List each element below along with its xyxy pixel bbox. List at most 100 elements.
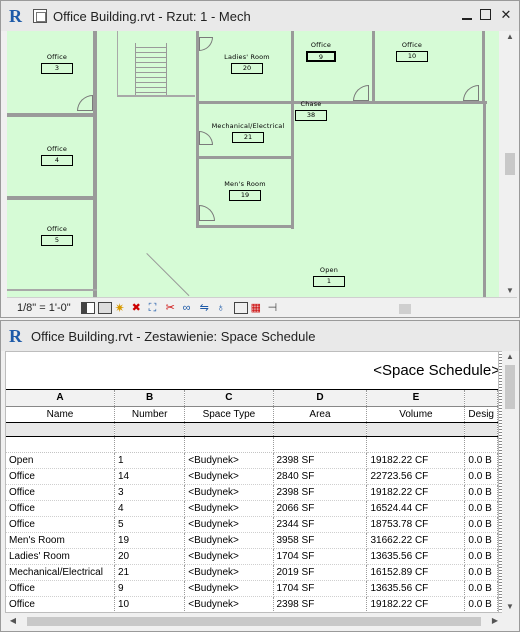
shadows-icon[interactable]: ✖	[132, 302, 146, 314]
table-cell[interactable]: 31662.22 CF	[366, 532, 466, 549]
scroll-thumb[interactable]	[399, 304, 411, 314]
view-scale[interactable]: 1/8" = 1'-0"	[17, 302, 71, 314]
table-row[interactable]: Men's Room 19 <Budynek> 3958 SF 31662.22 CF 0…	[6, 532, 498, 549]
floor-plan-canvas[interactable]: Office 3 Office 4 Office 5 Ladies' Room …	[7, 31, 499, 297]
schedule-table[interactable]: A B C D E Name Number Space Type Area Vo…	[6, 390, 498, 612]
table-cell[interactable]: 2398 SF	[273, 596, 368, 612]
table-row[interactable]: Office 5 <Budynek> 2344 SF 18753.78 CF 0.0 B	[6, 516, 498, 533]
table-cell[interactable]: 2344 SF	[273, 516, 368, 533]
table-cell[interactable]: 19182.22 CF	[366, 452, 466, 469]
plan-view-window[interactable]: R Office Building.rvt - Rzut: 1 - Mech ✕	[0, 0, 520, 318]
table-cell[interactable]: 2019 SF	[273, 564, 368, 581]
table-cell[interactable]: <Budynek>	[184, 452, 274, 469]
temporary-view-properties-icon[interactable]: ▦	[251, 302, 265, 314]
crop-view-icon[interactable]: ⛶	[149, 302, 163, 314]
table-cell[interactable]: Open	[6, 452, 115, 469]
table-cell[interactable]: <Budynek>	[184, 516, 274, 533]
table-cell[interactable]: 0.0 B	[464, 484, 498, 501]
table-cell[interactable]: 3958 SF	[273, 532, 368, 549]
table-cell[interactable]: 20	[114, 548, 186, 565]
table-cell[interactable]: 0.0 B	[464, 596, 498, 612]
table-cell[interactable]: 0.0 B	[464, 452, 498, 469]
column-header[interactable]: Volume	[366, 406, 466, 423]
column-letter[interactable]: D	[273, 390, 368, 407]
column-letter[interactable]	[464, 390, 498, 407]
close-button[interactable]: ✕	[499, 8, 513, 22]
table-cell[interactable]: 1704 SF	[273, 580, 368, 597]
table-cell[interactable]: 16152.89 CF	[366, 564, 466, 581]
scroll-thumb[interactable]	[27, 617, 481, 626]
schedule-grid[interactable]: <Space Schedule> A B C D E Name Number S…	[5, 351, 499, 613]
table-cell[interactable]: <Budynek>	[184, 532, 274, 549]
temporary-hide-icon[interactable]: ∞	[183, 302, 197, 314]
table-row[interactable]: Office 3 <Budynek> 2398 SF 19182.22 CF 0.0 B	[6, 484, 498, 501]
room-tag[interactable]: Office 9	[291, 41, 351, 62]
table-cell[interactable]: 19	[114, 532, 186, 549]
table-row[interactable]: Office 14 <Budynek> 2840 SF 22723.56 CF 0.0 B	[6, 468, 498, 485]
schedule-horizontal-scrollbar[interactable]: ◀ ▶	[5, 613, 517, 629]
column-header[interactable]: Space Type	[184, 406, 274, 423]
table-cell[interactable]: Office	[6, 580, 115, 597]
table-cell[interactable]: 16524.44 CF	[366, 500, 466, 517]
schedule-view-window[interactable]: R Office Building.rvt - Zestawienie: Spa…	[0, 320, 520, 632]
minimize-button[interactable]	[462, 8, 472, 20]
table-cell[interactable]: 18753.78 CF	[366, 516, 466, 533]
table-cell[interactable]: 0.0 B	[464, 532, 498, 549]
table-row[interactable]: Ladies' Room 20 <Budynek> 1704 SF 13635.56 C…	[6, 548, 498, 565]
table-cell[interactable]: 22723.56 CF	[366, 468, 466, 485]
table-cell[interactable]: 0.0 B	[464, 500, 498, 517]
table-cell[interactable]: 0.0 B	[464, 580, 498, 597]
table-cell[interactable]: <Budynek>	[184, 596, 274, 612]
column-header[interactable]: Desig	[464, 406, 498, 423]
table-cell[interactable]: 4	[114, 500, 186, 517]
table-cell[interactable]: Men's Room	[6, 532, 115, 549]
table-cell[interactable]: <Budynek>	[184, 580, 274, 597]
table-cell[interactable]: <Budynek>	[184, 548, 274, 565]
plan-vertical-scrollbar[interactable]: ▲ ▼	[502, 31, 518, 297]
table-cell[interactable]: Mechanical/Electrical	[6, 564, 115, 581]
table-cell[interactable]: Office	[6, 596, 115, 612]
room-tag[interactable]: Office 3	[27, 53, 87, 74]
schedule-vertical-scrollbar[interactable]: ▲ ▼	[502, 351, 518, 613]
table-cell[interactable]: Office	[6, 468, 115, 485]
column-letter[interactable]: B	[114, 390, 186, 407]
table-row[interactable]: Office 4 <Budynek> 2066 SF 16524.44 CF 0.0 B	[6, 500, 498, 517]
room-tag[interactable]: Chase 38	[281, 100, 341, 121]
scroll-thumb[interactable]	[505, 365, 515, 409]
scroll-thumb[interactable]	[505, 153, 515, 175]
maximize-button[interactable]	[480, 9, 491, 20]
scroll-down-arrow-icon[interactable]: ▼	[502, 285, 518, 297]
reveal-hidden-icon[interactable]: ⇋	[200, 302, 214, 314]
table-cell[interactable]: Office	[6, 516, 115, 533]
room-tag[interactable]: Ladies' Room 20	[217, 53, 277, 74]
table-cell[interactable]: 0.0 B	[464, 548, 498, 565]
table-row[interactable]: Office 10 <Budynek> 2398 SF 19182.22 CF 0.0 B	[6, 596, 498, 612]
table-cell[interactable]: 0.0 B	[464, 468, 498, 485]
table-cell[interactable]: 5	[114, 516, 186, 533]
table-cell[interactable]: 2840 SF	[273, 468, 368, 485]
plan-horizontal-scrollbar[interactable]	[327, 302, 517, 314]
table-cell[interactable]: 1	[114, 452, 186, 469]
visual-style-icon[interactable]	[97, 301, 112, 314]
scroll-left-arrow-icon[interactable]: ◀	[7, 615, 19, 627]
sun-path-icon[interactable]: ✷	[115, 302, 129, 314]
table-row[interactable]: Open 1 <Budynek> 2398 SF 19182.22 CF 0.0 B	[6, 452, 498, 469]
table-cell[interactable]: <Budynek>	[184, 484, 274, 501]
table-cell[interactable]: 14	[114, 468, 186, 485]
room-tag[interactable]: Office 10	[382, 41, 442, 62]
analytical-model-icon[interactable]: ⊣	[268, 302, 282, 314]
scroll-right-arrow-icon[interactable]: ▶	[489, 615, 501, 627]
table-cell[interactable]: 0.0 B	[464, 516, 498, 533]
table-cell[interactable]: Office	[6, 500, 115, 517]
table-cell[interactable]: 3	[114, 484, 186, 501]
room-tag[interactable]: Men's Room 19	[215, 180, 275, 201]
table-row[interactable]: Office 9 <Budynek> 1704 SF 13635.56 CF 0.0 B	[6, 580, 498, 597]
table-cell[interactable]: Office	[6, 484, 115, 501]
column-letter[interactable]: E	[366, 390, 466, 407]
table-cell[interactable]: 2066 SF	[273, 500, 368, 517]
room-tag[interactable]: Mechanical/Electrical 21	[203, 122, 293, 143]
table-cell[interactable]: 21	[114, 564, 186, 581]
column-header[interactable]: Area	[273, 406, 368, 423]
table-cell[interactable]: 0.0 B	[464, 564, 498, 581]
show-crop-region-icon[interactable]: ✂	[166, 302, 180, 314]
